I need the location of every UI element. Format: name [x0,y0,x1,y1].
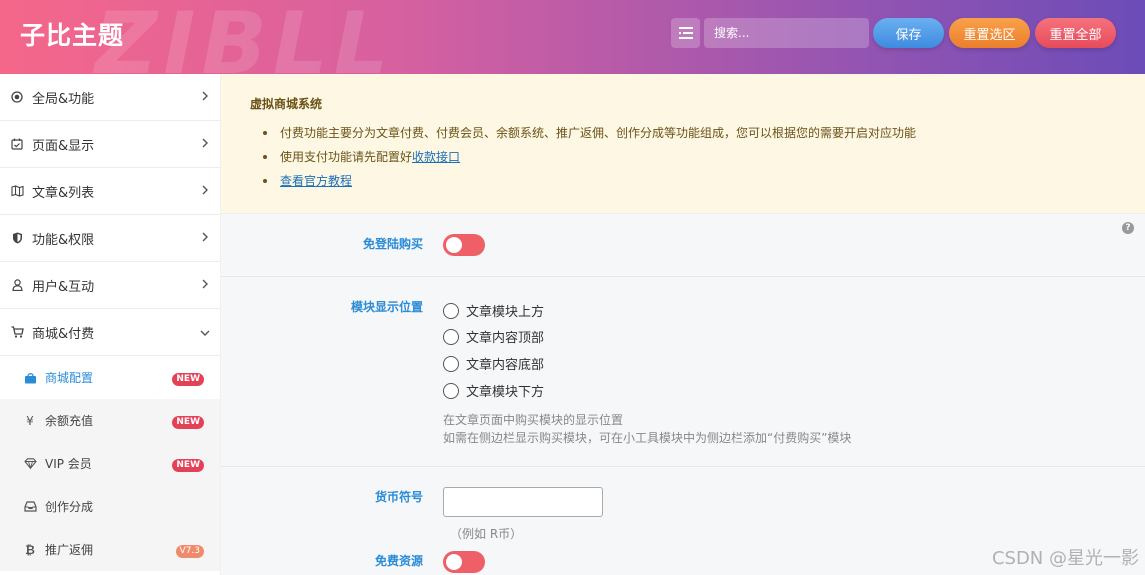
radio-circle[interactable] [443,302,459,319]
chevron-right-icon [202,279,208,289]
target-icon [10,90,24,104]
notice-line: 查看官方教程 [263,173,916,197]
sidebar-item-label: 文章&列表 [32,185,95,201]
sidebar-item-shop[interactable]: 商城&付费 [0,309,220,356]
save-button[interactable]: 保存 [873,18,944,48]
module-position-label: 模块显示位置 [350,300,423,314]
sidebar-subitem-referral[interactable]: ₿ 推广返佣 V7.3 [0,528,220,571]
diamond-icon [23,458,37,469]
chevron-right-icon [202,232,208,242]
shopping-bag-icon [23,372,37,384]
field-description: 如需在侧边栏显示购买模块，可在小工具模块中为侧边栏添加“付费购买”模块 [443,431,852,445]
reset-all-button[interactable]: 重置全部 [1035,18,1116,48]
top-header: ZIBLL 子比主题 保存 重置选区 重置全部 [0,0,1145,74]
new-badge: NEW [172,373,204,386]
cart-icon [10,325,24,339]
sidebar-subitem-recharge[interactable]: ¥ 余额充值 NEW [0,399,220,442]
notice-title: 虚拟商城系统 [250,97,323,111]
chevron-right-icon [202,185,208,195]
sidebar-item-permissions[interactable]: 功能&权限 [0,215,220,262]
sidebar-subitem-shop-config[interactable]: 商城配置 NEW [0,356,220,399]
sidebar-subitem-creator-share[interactable]: 创作分成 [0,485,220,528]
sidebar-subitem-label: 创作分成 [45,500,94,514]
radio-option[interactable]: 文章模块上方 [443,301,544,320]
sidebar-subitem-label: 余额充值 [45,414,94,428]
menu-toggle-button[interactable] [671,18,700,48]
chevron-right-icon [202,91,208,101]
sidebar-item-users[interactable]: 用户&互动 [0,262,220,309]
free-resource-toggle[interactable] [443,551,485,573]
notice-list: 付费功能主要分为文章付费、付费会员、余额系统、推广返佣、创作分成等功能组成，您可… [263,125,916,197]
calendar-check-icon [10,137,24,151]
radio-label: 文章模块上方 [466,305,545,320]
sidebar-submenu: 商城配置 NEW ¥ 余额充值 NEW VIP 会员 NEW 创作分成 ₿ 推广… [0,356,220,571]
radio-label: 文章内容底部 [466,358,545,373]
yen-icon: ¥ [26,413,34,428]
version-badge: V7.3 [175,545,204,558]
brand-watermark: ZIBLL [95,0,395,74]
sidebar-item-label: 全局&功能 [32,91,95,107]
free-resource-label: 免费资源 [374,554,423,568]
sidebar-item-posts[interactable]: 文章&列表 [0,168,220,215]
sidebar-subitem-label: VIP 会员 [45,457,92,471]
currency-symbol-input[interactable] [443,487,603,517]
radio-circle[interactable] [443,328,459,345]
sidebar-item-page[interactable]: 页面&显示 [0,121,220,168]
user-icon [10,278,24,292]
shield-icon [10,231,24,245]
search-input[interactable] [704,18,869,48]
no-login-buy-toggle[interactable] [443,234,485,256]
bitcoin-icon: ₿ [25,542,35,557]
sidebar: 全局&功能 页面&显示 文章&列表 功能&权限 用户&互动 商城&付费 商城配置… [0,74,220,575]
reset-selection-button[interactable]: 重置选区 [949,18,1030,48]
radio-option[interactable]: 文章内容底部 [443,354,544,373]
main-content: 虚拟商城系统 付费功能主要分为文章付费、付费会员、余额系统、推广返佣、创作分成等… [221,74,1145,575]
currency-symbol-label: 货币符号 [374,490,423,504]
notice-line: 使用支付功能请先配置好收款接口 [263,149,916,173]
toggle-knob [446,554,462,570]
notice-box: 虚拟商城系统 付费功能主要分为文章付费、付费会员、余额系统、推广返佣、创作分成等… [221,74,1145,214]
notice-text: 使用支付功能请先配置好 [280,150,413,164]
toggle-knob [446,237,462,253]
no-login-buy-label: 免登陆购买 [362,237,423,251]
chevron-right-icon [202,138,208,148]
chevron-down-icon [200,330,210,336]
map-icon [10,184,24,198]
csdn-watermark: CSDN @星光一影 [991,548,1139,569]
brand-title: 子比主题 [20,21,125,50]
sidebar-subitem-vip[interactable]: VIP 会员 NEW [0,442,220,485]
radio-label: 文章内容顶部 [466,331,545,346]
new-badge: NEW [172,459,204,472]
inbox-icon [23,501,37,512]
currency-hint: （例如 R币） [450,527,523,541]
field-description: 在文章页面中购买模块的显示位置 [443,413,624,427]
sidebar-subitem-label: 商城配置 [45,371,94,385]
help-icon[interactable]: ? [1122,222,1134,234]
new-badge: NEW [172,416,204,429]
sidebar-item-global[interactable]: 全局&功能 [0,74,220,121]
notice-line: 付费功能主要分为文章付费、付费会员、余额系统、推广返佣、创作分成等功能组成，您可… [263,125,916,149]
sidebar-subitem-label: 推广返佣 [45,543,94,557]
sidebar-item-label: 商城&付费 [32,326,95,342]
divider [221,466,1145,467]
divider [221,276,1145,277]
radio-circle[interactable] [443,382,459,399]
radio-label: 文章模块下方 [466,385,545,400]
radio-option[interactable]: 文章内容顶部 [443,327,544,346]
radio-option[interactable]: 文章模块下方 [443,381,544,400]
list-icon [678,27,693,39]
official-tutorial-link[interactable]: 查看官方教程 [280,174,352,188]
sidebar-item-label: 用户&互动 [32,279,95,295]
payment-interface-link[interactable]: 收款接口 [412,150,460,164]
sidebar-item-label: 页面&显示 [32,138,95,154]
radio-circle[interactable] [443,355,459,372]
sidebar-item-label: 功能&权限 [32,232,95,248]
